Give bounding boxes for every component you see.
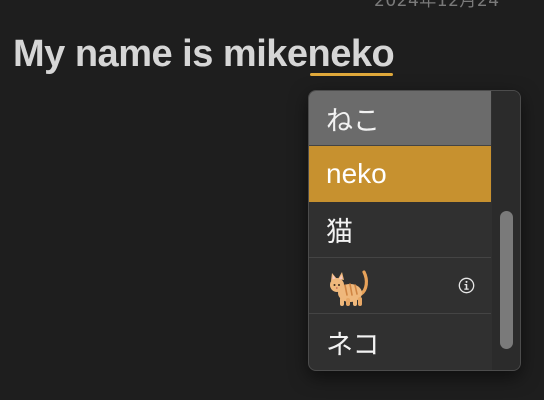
candidate-katakana[interactable]: ネコ [309, 314, 491, 370]
candidate-scrollbar[interactable] [492, 91, 520, 370]
candidate-romaji[interactable]: neko [309, 146, 491, 202]
candidate-label: ネコ [326, 329, 380, 361]
composing-underline [309, 73, 394, 76]
ime-candidate-panel: ねこ neko 猫 ネコ [308, 90, 521, 371]
scrollbar-thumb[interactable] [500, 211, 513, 349]
candidate-hiragana[interactable]: ねこ [309, 91, 491, 146]
note-title[interactable]: My name is mikeneko [13, 28, 395, 80]
candidate-emoji[interactable] [309, 258, 491, 314]
candidate-label: neko [326, 158, 387, 189]
candidate-label: ねこ [326, 105, 380, 137]
candidate-kanji[interactable]: 猫 [309, 202, 491, 258]
composing-text: neko [307, 33, 395, 75]
committed-text: My name is mike [13, 33, 308, 75]
date-header: 2024年12月24 [374, 0, 500, 11]
candidate-label: 猫 [326, 217, 353, 248]
info-circle-icon[interactable] [458, 277, 475, 294]
candidate-list: ねこ neko 猫 ネコ [309, 91, 491, 370]
composing-text-wrapper: neko [308, 28, 395, 80]
cat-emoji-icon [330, 269, 368, 306]
